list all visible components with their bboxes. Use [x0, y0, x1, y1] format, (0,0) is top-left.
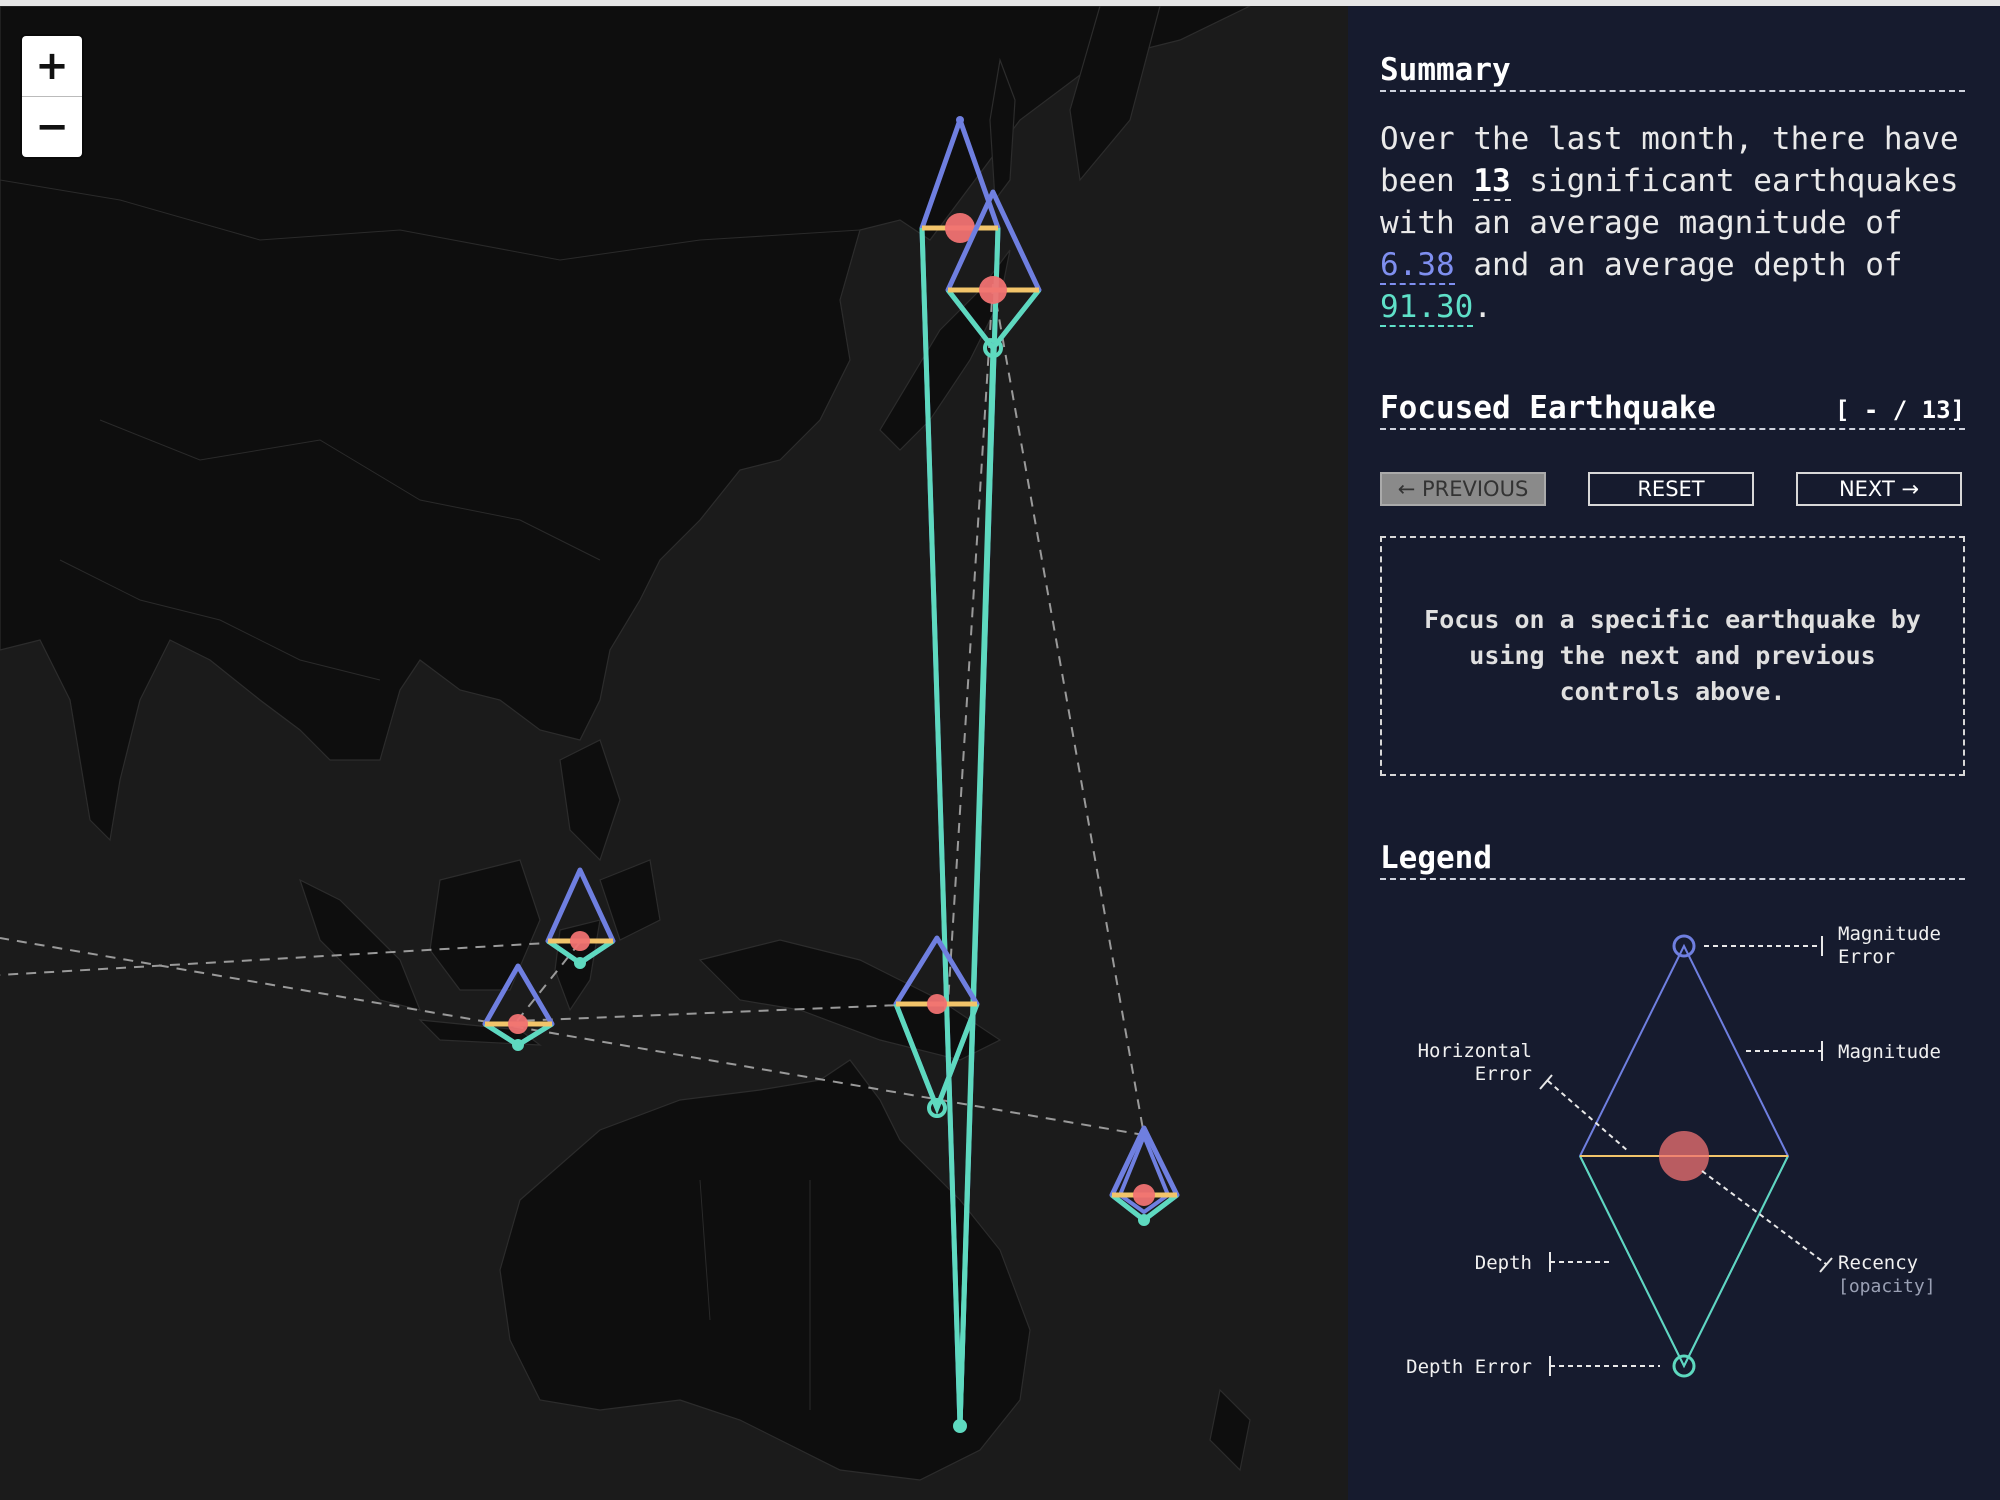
- summary-heading: Summary: [1380, 52, 1965, 92]
- leader-tick: [1819, 1257, 1833, 1273]
- legend-label-magnitude-error-line2: Error: [1838, 946, 1895, 968]
- average-depth: 91.30: [1380, 289, 1474, 327]
- focus-message: Focus on a specific earthquake by using …: [1424, 605, 1921, 706]
- leader-line: [1701, 1170, 1827, 1265]
- summary-text-part: and an average depth of: [1454, 247, 1903, 283]
- focused-heading: Focused Earthquake [ - / 13]: [1380, 390, 1965, 430]
- legend-heading: Legend: [1380, 840, 1965, 880]
- legend-label-horizontal-error-line2: Error: [1475, 1063, 1532, 1085]
- map-canvas[interactable]: [0, 6, 1348, 1500]
- philippines-islands: [559, 739, 661, 941]
- map-view[interactable]: + −: [0, 6, 1348, 1500]
- focused-title: Focused Earthquake: [1380, 390, 1716, 426]
- legend-label-depth-error: Depth Error: [1406, 1356, 1532, 1378]
- legend-label-recency-sub: [opacity]: [1838, 1276, 1936, 1297]
- zoom-out-button[interactable]: −: [22, 97, 82, 157]
- focus-message-box: Focus on a specific earthquake by using …: [1380, 536, 1965, 776]
- summary-text: Over the last month, there have been 13 …: [1380, 118, 1970, 328]
- sumatra-island: [298, 878, 421, 1011]
- quake-count: 13: [1473, 163, 1511, 201]
- new-guinea-island: [698, 939, 1002, 1061]
- focus-counter: [ - / 13]: [1834, 396, 1965, 424]
- legend-diagram: Magnitude Error Magnitude Horizontal Err…: [1406, 923, 1941, 1378]
- zoom-control: + −: [22, 36, 82, 157]
- info-panel: Summary Over the last month, there have …: [1348, 6, 2000, 1500]
- legend-label-magnitude: Magnitude: [1838, 1041, 1941, 1063]
- new-zealand-island: [1209, 1388, 1251, 1472]
- zoom-in-button[interactable]: +: [22, 36, 82, 97]
- asia-landmass: [0, 6, 1251, 842]
- next-button[interactable]: NEXT →: [1796, 472, 1962, 506]
- average-magnitude: 6.38: [1380, 247, 1455, 285]
- legend-label-magnitude-error: Magnitude: [1838, 923, 1941, 945]
- earthquake-glyph[interactable]: [1109, 1125, 1180, 1226]
- legend-label-depth: Depth: [1475, 1252, 1532, 1274]
- reset-button[interactable]: RESET: [1588, 472, 1754, 506]
- summary-text-part: .: [1473, 289, 1492, 325]
- recency-circle: [1659, 1131, 1709, 1181]
- previous-button[interactable]: ← PREVIOUS: [1380, 472, 1546, 506]
- land-layer: [0, 6, 1251, 1481]
- legend-label-recency: Recency: [1838, 1252, 1918, 1274]
- legend-label-horizontal-error: Horizontal: [1418, 1040, 1532, 1062]
